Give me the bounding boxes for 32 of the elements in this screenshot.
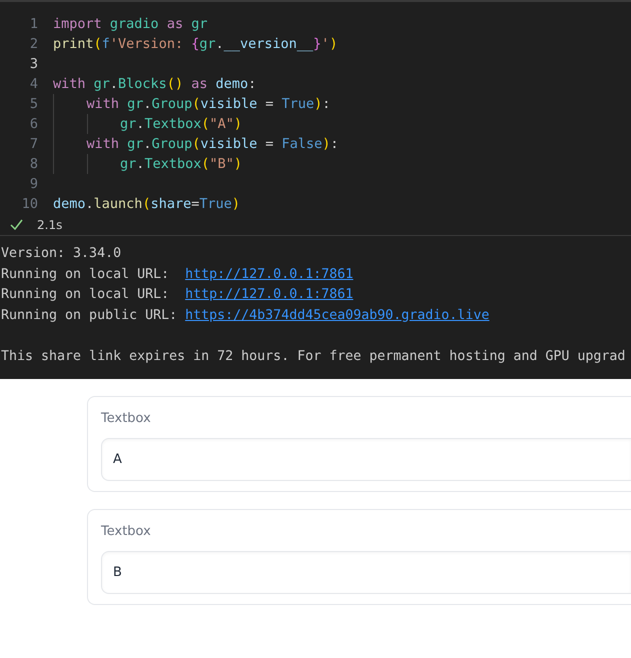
url-link[interactable]: http://127.0.0.1:7861	[185, 287, 354, 302]
output-text: Running on public URL:	[1, 308, 178, 322]
line-number: 4	[28, 75, 38, 94]
output-text: Running on local URL:	[1, 287, 170, 302]
textbox-label: Textbox	[101, 523, 152, 541]
url-link[interactable]: https://4b374dd45cea09ab90.gradio.live	[185, 308, 490, 322]
line-number: 7	[28, 135, 38, 154]
line-number: 9	[28, 175, 38, 194]
output-text: Running on local URL:	[1, 266, 170, 282]
input-field[interactable]: B	[101, 550, 631, 594]
url-link[interactable]: http://127.0.0.1:7861	[185, 266, 354, 282]
code-line: with gr.Group(visible = True):	[86, 95, 330, 114]
check-icon	[10, 219, 23, 230]
line-number: 2	[28, 35, 38, 54]
input-field[interactable]: A	[101, 438, 631, 481]
output-text: This share link expires in 72 hours. For free permanent hosting and GPU upgrad	[1, 348, 626, 364]
code-line: with gr.Group(visible = False):	[86, 135, 339, 154]
output-text: Version: 3.34.0	[1, 246, 122, 261]
line-number: 1	[28, 15, 38, 34]
line-number: 8	[28, 155, 38, 174]
code-line: demo.launch(share=True)	[53, 195, 240, 214]
line-number: 10	[20, 195, 38, 214]
code-line: with gr.Blocks() as demo:	[53, 75, 256, 94]
line-number: 6	[28, 115, 38, 134]
textbox-label: Textbox	[101, 410, 152, 428]
line-number: 5	[28, 95, 38, 114]
code-line: gr.Textbox("A")	[120, 115, 242, 134]
line-number: 3	[28, 55, 38, 74]
code-line: print(f'Version: {gr.__version__}')	[53, 35, 338, 54]
execution-time: 2.1s	[37, 216, 62, 234]
code-line: gr.Textbox("B")	[120, 155, 242, 174]
code-line: import gradio as gr	[53, 15, 208, 34]
